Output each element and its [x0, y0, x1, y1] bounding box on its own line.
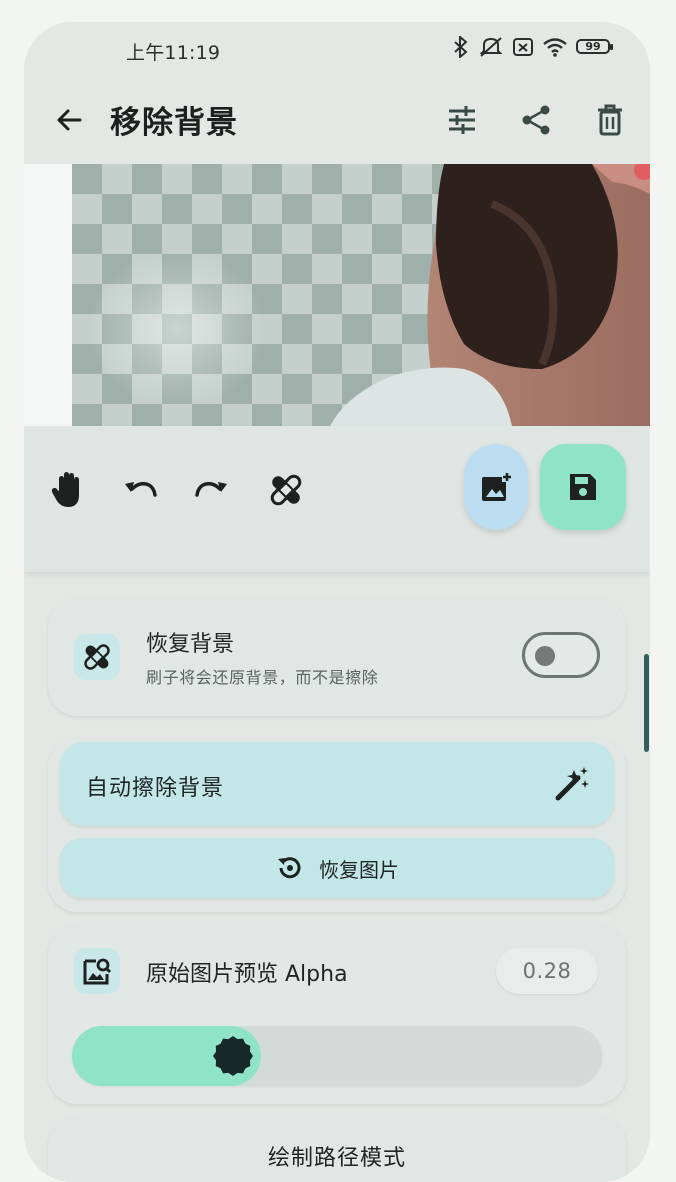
bluetooth-icon [454, 36, 468, 58]
tune-icon [449, 106, 475, 134]
status-icons: 99 [452, 36, 616, 58]
page-title: 移除背景 [110, 105, 238, 141]
restore-background-toggle[interactable] [522, 632, 600, 678]
app-bar-actions [442, 100, 630, 140]
save-button[interactable] [540, 444, 626, 530]
share-icon [522, 105, 550, 135]
alpha-preview-card: 原始图片预览 Alpha 0.28 [48, 924, 626, 1104]
edited-image[interactable] [72, 164, 650, 426]
undo-icon [125, 481, 157, 497]
restore-image-button[interactable]: 恢复图片 [60, 838, 614, 898]
restore-image-label: 恢复图片 [319, 857, 399, 882]
restore-icon-tile [74, 634, 120, 680]
delete-icon [598, 104, 622, 136]
image-canvas[interactable] [24, 164, 650, 426]
wifi-icon [543, 38, 567, 57]
sim-off-icon [513, 38, 533, 56]
draw-path-mode-label: 绘制路径模式 [267, 1146, 406, 1171]
auto-erase-label: 自动擦除背景 [86, 776, 225, 801]
auto-erase-button[interactable]: 自动擦除背景 [60, 742, 614, 826]
restore-background-card: 恢复背景 刷子将会还原背景，而不是擦除 [48, 598, 626, 716]
share-button[interactable] [516, 100, 556, 140]
magic-wand-icon [555, 767, 589, 801]
back-arrow-icon [57, 109, 82, 131]
edit-toolbar [24, 426, 650, 572]
undo-button[interactable] [118, 468, 162, 512]
slider-thumb[interactable] [211, 1034, 255, 1078]
history-icon [278, 857, 301, 879]
redo-button[interactable] [190, 468, 234, 512]
restore-background-title: 恢复背景 [146, 632, 235, 657]
restore-background-subtitle: 刷子将会还原背景，而不是擦除 [146, 668, 379, 687]
mute-icon [479, 37, 503, 57]
pan-tool-button[interactable] [46, 468, 90, 512]
delete-button[interactable] [590, 100, 630, 140]
status-time: 上午11:19 [126, 42, 221, 64]
alpha-title: 原始图片预览 Alpha [146, 962, 348, 987]
image-preview [72, 164, 650, 426]
redo-icon [195, 481, 227, 497]
restore-brush-button[interactable] [264, 468, 308, 512]
pan-hand-icon [51, 472, 79, 507]
image-search-icon-tile [74, 948, 120, 994]
alpha-value: 0.28 [496, 948, 598, 994]
add-image-icon [482, 472, 512, 501]
add-image-button[interactable] [464, 444, 528, 530]
app-bar: 移除背景 [24, 82, 650, 162]
status-bar: 上午11:19 99 [24, 22, 650, 78]
back-button[interactable] [50, 100, 90, 140]
battery-level: 99 [585, 40, 601, 53]
alpha-slider[interactable] [72, 1026, 602, 1086]
save-icon [570, 474, 596, 500]
draw-path-mode-card[interactable]: 绘制路径模式 [48, 1116, 626, 1182]
auto-erase-card: 自动擦除背景 恢复图片 [48, 738, 626, 912]
tune-button[interactable] [442, 100, 482, 140]
scrollbar-thumb[interactable] [644, 654, 649, 752]
restore-brush-icon [270, 474, 302, 506]
canvas-margin [24, 164, 72, 426]
phone-frame: 上午11:19 99 移除背景 恢复背景 刷子将会还原背景，而不是擦除 自动擦除… [24, 22, 650, 1182]
image-search-icon [83, 958, 112, 985]
restore-brush-icon [84, 644, 110, 670]
battery-icon: 99 [576, 37, 616, 57]
toggle-knob [535, 646, 555, 666]
